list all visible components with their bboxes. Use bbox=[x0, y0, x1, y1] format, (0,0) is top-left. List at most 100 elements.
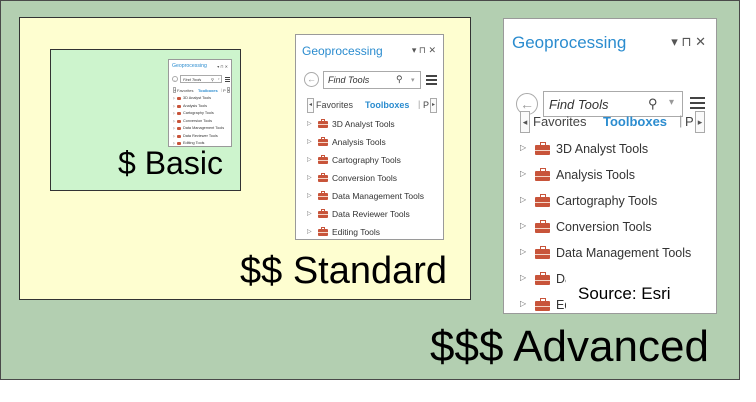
toolbox-icon bbox=[535, 272, 550, 285]
toolbox-row[interactable]: ▷ Conversion Tools bbox=[296, 170, 443, 188]
pane-title: Geoprocessing bbox=[172, 63, 207, 69]
toolbox-row[interactable]: ▷ Data Management Tools bbox=[504, 241, 716, 267]
tab-scroll-right-icon[interactable]: ▸ bbox=[695, 111, 705, 133]
search-icon[interactable]: ⚲ bbox=[211, 77, 214, 82]
toolbox-label: Cartography Tools bbox=[183, 111, 214, 115]
toolbox-icon bbox=[177, 134, 181, 138]
expand-triangle-icon[interactable]: ▷ bbox=[520, 221, 526, 230]
tab-favorites[interactable]: Favorites bbox=[316, 100, 353, 110]
toolbox-icon bbox=[535, 194, 550, 207]
expand-triangle-icon[interactable]: ▷ bbox=[173, 134, 175, 138]
tab-toolboxes[interactable]: Toolboxes bbox=[198, 88, 218, 93]
toolbox-label: Conversion Tools bbox=[556, 220, 652, 234]
toolbox-row[interactable]: ▷ Cartography Tools bbox=[296, 152, 443, 170]
tab-next-partial[interactable]: P bbox=[423, 100, 429, 110]
tab-favorites[interactable]: Favorites bbox=[177, 88, 193, 93]
search-icon[interactable]: ⚲ bbox=[396, 74, 403, 85]
expand-triangle-icon[interactable]: ▷ bbox=[520, 247, 526, 256]
expand-triangle-icon[interactable]: ▷ bbox=[307, 174, 312, 181]
search-input[interactable]: Find Tools ⚲ ▾ bbox=[323, 71, 421, 89]
dropdown-icon[interactable]: ▾ bbox=[669, 97, 674, 108]
pane-controls[interactable]: ▾ ⊓ ✕ bbox=[412, 45, 436, 56]
toolbox-icon bbox=[177, 112, 181, 115]
expand-triangle-icon[interactable]: ▷ bbox=[307, 156, 312, 163]
toolbox-icon bbox=[318, 137, 328, 146]
tab-scroll-left-icon[interactable]: ◂ bbox=[307, 98, 314, 113]
toolbox-icon bbox=[535, 246, 550, 259]
toolbox-icon bbox=[318, 155, 328, 164]
toolbox-row[interactable]: ▷ Cartography Tools bbox=[504, 189, 716, 215]
toolbox-label: Data Reviewer Tools bbox=[183, 133, 218, 138]
toolbox-row[interactable]: ▷ 3D Analyst Tools bbox=[169, 95, 231, 103]
expand-triangle-icon[interactable]: ▷ bbox=[307, 228, 312, 235]
tab-favorites[interactable]: Favorites bbox=[533, 114, 586, 129]
dropdown-icon[interactable]: ▾ bbox=[411, 76, 415, 84]
hamburger-menu-icon[interactable] bbox=[426, 75, 437, 87]
toolbox-icon bbox=[177, 97, 181, 100]
toolbox-row[interactable]: ▷ Conversion Tools bbox=[504, 215, 716, 241]
toolbox-row[interactable]: ▷ Analysis Tools bbox=[296, 134, 443, 152]
tab-scroll-left-icon[interactable]: ◂ bbox=[520, 111, 530, 133]
toolbox-row[interactable]: ▷ Editing Tools bbox=[296, 224, 443, 239]
tab-toolboxes[interactable]: Toolboxes bbox=[603, 114, 667, 129]
toolbox-row[interactable]: ▷ Analysis Tools bbox=[504, 163, 716, 189]
search-icon[interactable]: ⚲ bbox=[648, 96, 658, 112]
expand-triangle-icon[interactable]: ▷ bbox=[173, 126, 175, 130]
tab-separator: | bbox=[221, 87, 223, 92]
toolbox-icon bbox=[535, 168, 550, 181]
expand-triangle-icon[interactable]: ▷ bbox=[520, 169, 526, 178]
toolbox-label: Conversion Tools bbox=[332, 173, 398, 183]
tab-toolboxes[interactable]: Toolboxes bbox=[365, 100, 409, 110]
toolbox-label: Analysis Tools bbox=[332, 137, 386, 147]
expand-triangle-icon[interactable]: ▷ bbox=[307, 120, 312, 127]
source-credit: Source: Esri bbox=[566, 273, 714, 313]
toolbox-label: Cartography Tools bbox=[332, 155, 401, 165]
geoprocessing-pane-standard: Geoprocessing ▾ ⊓ ✕ ← Find Tools ⚲ ▾ ◂ F… bbox=[295, 34, 444, 240]
toolbox-icon bbox=[318, 227, 328, 236]
expand-triangle-icon[interactable]: ▷ bbox=[520, 195, 526, 204]
toolbox-row[interactable]: ▷ Analysis Tools bbox=[169, 103, 231, 111]
hamburger-menu-icon[interactable] bbox=[225, 77, 230, 83]
expand-triangle-icon[interactable]: ▷ bbox=[173, 96, 175, 100]
toolbox-label: Conversion Tools bbox=[183, 118, 213, 123]
source-credit-text: Source: Esri bbox=[578, 284, 671, 303]
search-placeholder: Find Tools bbox=[183, 77, 202, 82]
tab-scroll-right-icon[interactable]: ▸ bbox=[430, 98, 437, 113]
expand-triangle-icon[interactable]: ▷ bbox=[307, 192, 312, 199]
toolbox-row[interactable]: ▷ 3D Analyst Tools bbox=[504, 137, 716, 163]
expand-triangle-icon[interactable]: ▷ bbox=[173, 119, 175, 123]
expand-triangle-icon[interactable]: ▷ bbox=[520, 143, 526, 152]
search-placeholder: Find Tools bbox=[328, 75, 370, 85]
expand-triangle-icon[interactable]: ▷ bbox=[520, 273, 526, 282]
dropdown-icon[interactable]: ▾ bbox=[218, 77, 220, 81]
back-arrow-icon[interactable]: ← bbox=[304, 72, 319, 87]
tab-scroll-right-icon[interactable]: ▸ bbox=[227, 87, 230, 93]
expand-triangle-icon[interactable]: ▷ bbox=[307, 138, 312, 145]
toolbox-icon bbox=[535, 142, 550, 155]
advanced-tier-label: $$$ Advanced bbox=[430, 322, 709, 371]
toolbox-row[interactable]: ▷ Data Reviewer Tools bbox=[296, 206, 443, 224]
expand-triangle-icon[interactable]: ▷ bbox=[307, 210, 312, 217]
toolbox-row[interactable]: ▷ Data Reviewer Tools bbox=[169, 133, 231, 141]
toolbox-icon bbox=[318, 119, 328, 128]
tab-scroll-left-icon[interactable]: ◂ bbox=[173, 87, 176, 93]
toolbox-row[interactable]: ▷ Data Management Tools bbox=[296, 188, 443, 206]
expand-triangle-icon[interactable]: ▷ bbox=[173, 111, 175, 115]
toolbox-label: Data Management Tools bbox=[183, 126, 225, 130]
expand-triangle-icon[interactable]: ▷ bbox=[520, 299, 526, 308]
expand-triangle-icon[interactable]: ▷ bbox=[173, 104, 175, 108]
hamburger-menu-icon[interactable] bbox=[690, 97, 705, 112]
pane-controls[interactable]: ▾ ⊓ ✕ bbox=[217, 64, 228, 69]
tab-strip: ◂ Favorites Toolboxes | P ▸ bbox=[296, 98, 443, 113]
toolbox-row[interactable]: ▷ 3D Analyst Tools bbox=[296, 116, 443, 134]
toolbox-row[interactable]: ▷ Cartography Tools bbox=[169, 110, 231, 118]
toolbox-row[interactable]: ▷ Conversion Tools bbox=[169, 118, 231, 126]
back-arrow-icon[interactable]: ← bbox=[172, 76, 178, 82]
pane-controls[interactable]: ▾ ⊓ ✕ bbox=[671, 34, 706, 50]
search-input[interactable]: Find Tools ⚲ ▾ bbox=[180, 75, 222, 83]
pane-title: Geoprocessing bbox=[302, 44, 383, 58]
standard-tier-label: $$ Standard bbox=[240, 250, 448, 292]
tab-next-partial[interactable]: P bbox=[223, 88, 226, 93]
tab-next-partial[interactable]: P bbox=[685, 114, 694, 129]
toolbox-row[interactable]: ▷ Data Management Tools bbox=[169, 125, 231, 133]
